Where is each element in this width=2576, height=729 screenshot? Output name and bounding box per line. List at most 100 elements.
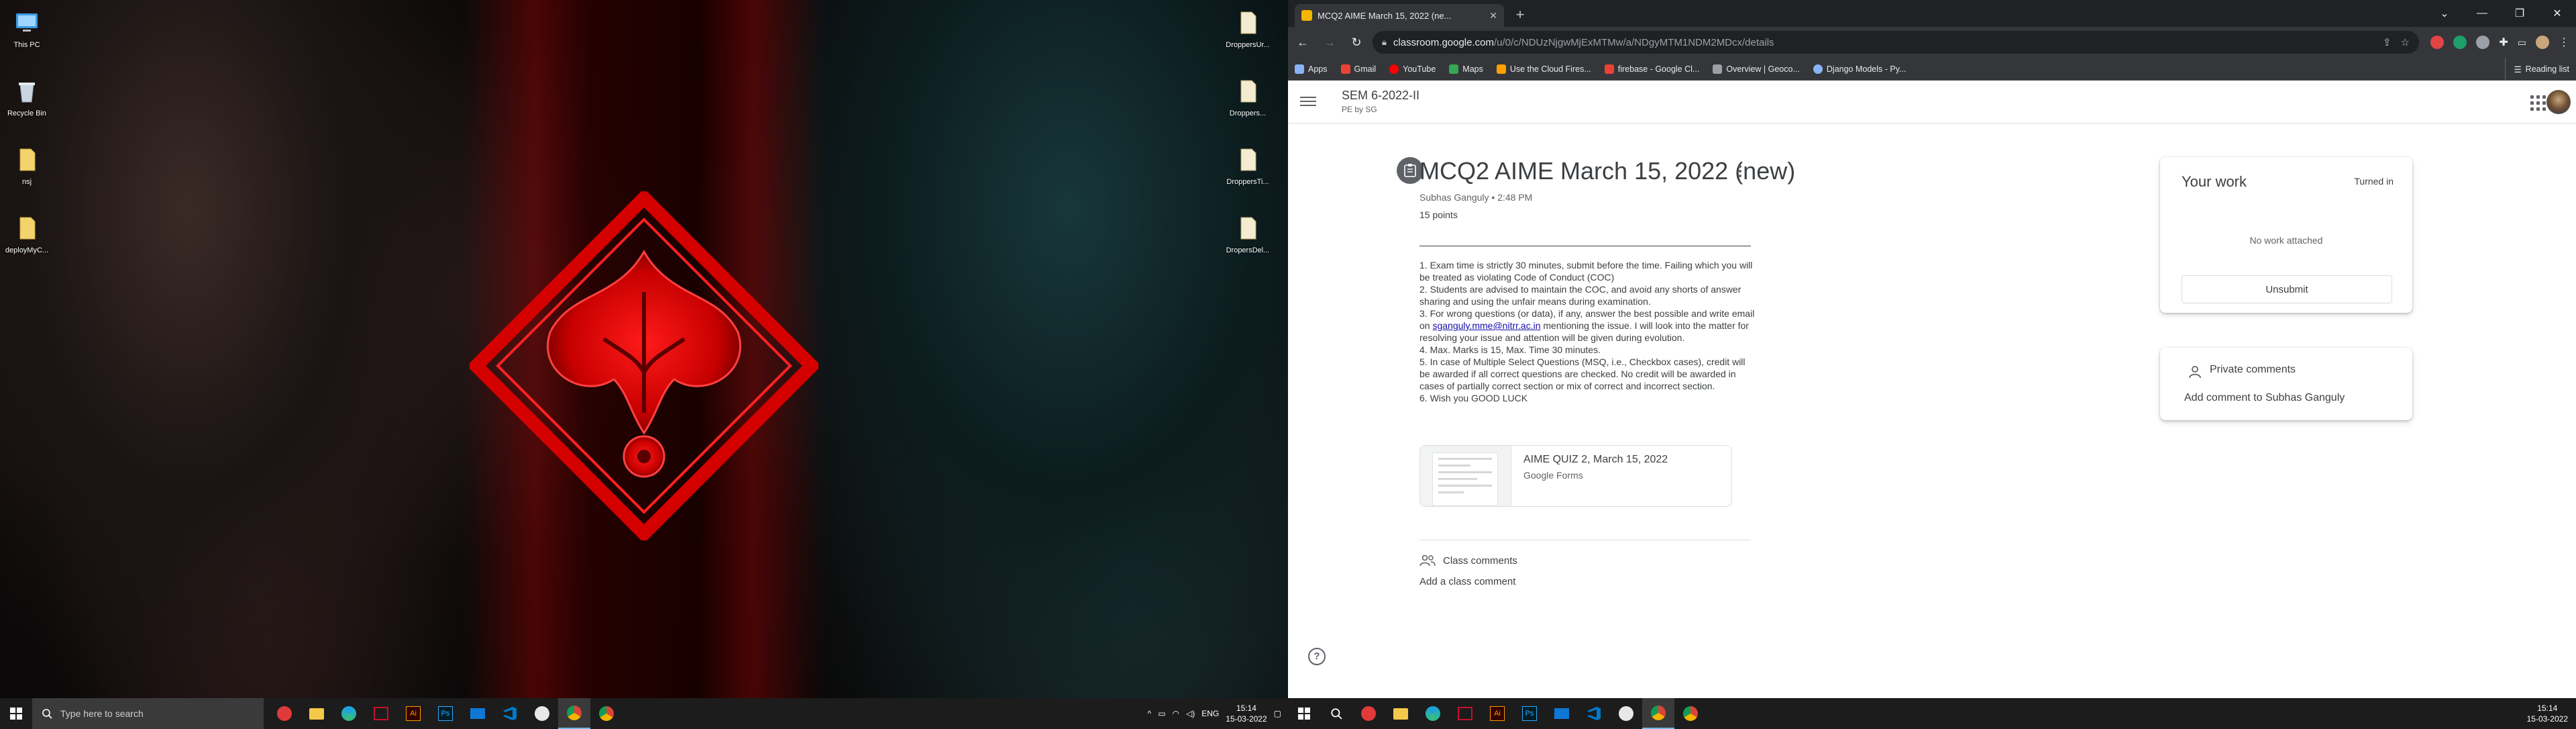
private-comments-card: Private comments Add comment to Subhas G… — [2160, 348, 2412, 420]
red-app-icon — [277, 706, 292, 721]
attachment-card[interactable]: AIME QUIZ 2, March 15, 2022 Google Forms — [1419, 445, 1732, 507]
photoshop-icon: Ps — [1522, 706, 1537, 721]
taskbar-app[interactable] — [590, 698, 623, 729]
add-class-comment-link[interactable]: Add a class comment — [1419, 576, 1515, 587]
search-icon — [1331, 708, 1342, 720]
taskbar-app[interactable] — [558, 698, 590, 729]
instruction-line: 1. Exam time is strictly 30 minutes, sub… — [1419, 260, 1753, 283]
file-explorer-icon — [1393, 708, 1408, 720]
wallpaper-rock-left — [0, 0, 470, 698]
steam-icon — [1619, 706, 1633, 721]
desktop-icon[interactable]: DroppersUr... — [1221, 9, 1275, 49]
unsubmit-button[interactable]: Unsubmit — [2182, 275, 2392, 303]
taskbar-app[interactable] — [268, 698, 301, 729]
volume-icon[interactable]: ◁) — [1186, 709, 1195, 718]
taskbar-app[interactable] — [526, 698, 558, 729]
desktop-icon[interactable]: This PC — [0, 9, 54, 49]
taskbar-app[interactable] — [1385, 698, 1417, 729]
taskbar-app[interactable] — [462, 698, 494, 729]
mail-icon — [470, 708, 485, 719]
desktop-icon-label: nsj — [21, 178, 32, 186]
battery-icon[interactable]: ▭ — [1158, 709, 1165, 718]
system-tray: ^ ▭ ◠ ◁) ENG 15:14 15-03-2022 ▢ — [1148, 698, 1281, 729]
red-app-icon — [1361, 706, 1376, 721]
desktop-icon-label: DroppersUr... — [1226, 41, 1270, 49]
assignment-instructions: 1. Exam time is strictly 30 minutes, sub… — [1419, 259, 1755, 404]
taskbar-search[interactable]: Type here to search — [32, 698, 264, 729]
monitor-icon — [16, 13, 38, 32]
desktop-icon[interactable]: DropersDel... — [1221, 215, 1275, 254]
desktop-icon[interactable]: Recycle Bin — [0, 78, 54, 117]
windows-icon — [1298, 708, 1310, 720]
desktop-icon-label: This PC — [13, 41, 40, 49]
clock[interactable]: 15:14 15-03-2022 — [1226, 703, 1267, 724]
add-private-comment-link[interactable]: Add comment to Subhas Ganguly — [2184, 392, 2345, 404]
assignment-meta: Subhas Ganguly • 2:48 PM — [1419, 192, 1533, 203]
desktop-icon[interactable]: nsj — [0, 146, 54, 186]
desktop-icon[interactable]: Droppers... — [1221, 78, 1275, 117]
your-work-card: Your work Turned in No work attached Uns… — [2160, 157, 2412, 313]
your-work-title: Your work — [2182, 173, 2247, 190]
start-button[interactable] — [0, 698, 32, 729]
mail-icon — [1554, 708, 1569, 719]
turned-in-status: Turned in — [2354, 176, 2394, 187]
taskbar-app[interactable] — [494, 698, 526, 729]
desktop-icon[interactable]: deployMyC... — [0, 215, 54, 254]
search-placeholder: Type here to search — [60, 708, 144, 719]
notification-icon[interactable]: ▢ — [1274, 709, 1281, 718]
dual-monitor-screen: This PC Recycle Bin nsj deployMyC... Dro… — [0, 0, 2576, 729]
start-button[interactable] — [1288, 698, 1320, 729]
desktop-icon-label: DropersDel... — [1226, 246, 1270, 254]
email-link[interactable]: sganguly.mme@nitrr.ac.in — [1432, 320, 1540, 331]
person-icon — [2189, 366, 2201, 379]
file-icon — [19, 217, 36, 240]
chrome-canary-icon — [599, 706, 614, 721]
taskbar-left: Type here to search Ai Ps ^ ▭ ◠ ◁) ENG 1… — [0, 698, 1288, 729]
vscode-icon — [1587, 707, 1601, 720]
clock-time: 15:14 — [1236, 703, 1256, 713]
taskbar-app[interactable]: Ps — [429, 698, 462, 729]
chrome-icon — [567, 706, 582, 720]
taskbar-app[interactable]: Ai — [1481, 698, 1513, 729]
attachment-thumbnail — [1420, 446, 1511, 506]
taskbar-app[interactable]: Ai — [397, 698, 429, 729]
taskbar-app[interactable] — [1546, 698, 1578, 729]
clock[interactable]: 15:14 15-03-2022 — [2527, 703, 2568, 724]
taskbar-right: Ai Ps 15:14 15-03-2022 — [1288, 698, 2576, 729]
steam-icon — [535, 706, 549, 721]
instruction-line: 2. Students are advised to maintain the … — [1419, 284, 1741, 307]
taskbar-app[interactable] — [333, 698, 365, 729]
windows-icon — [10, 708, 22, 720]
clock-date: 15-03-2022 — [2526, 714, 2568, 724]
taskbar-app[interactable] — [1674, 698, 1707, 729]
desktop-icon[interactable]: DroppersTi... — [1221, 146, 1275, 186]
chevron-up-icon[interactable]: ^ — [1148, 709, 1152, 718]
taskbar-app[interactable] — [1642, 698, 1674, 729]
assignment-points: 15 points — [1419, 209, 1458, 220]
taskbar-app[interactable] — [1610, 698, 1642, 729]
help-icon[interactable]: ? — [1308, 648, 1326, 665]
taskbar-app[interactable] — [365, 698, 397, 729]
private-comments-title: Private comments — [2210, 364, 2296, 375]
taskbar-app[interactable] — [1417, 698, 1449, 729]
photoshop-icon: Ps — [438, 706, 453, 721]
taskbar-app[interactable] — [1578, 698, 1610, 729]
illustrator-icon: Ai — [1490, 706, 1505, 721]
wifi-icon[interactable]: ◠ — [1173, 709, 1179, 718]
people-icon — [1419, 554, 1436, 567]
no-work-text: No work attached — [2249, 235, 2323, 246]
desktop-icon-label: DroppersTi... — [1226, 178, 1269, 186]
file-explorer-icon — [309, 708, 324, 720]
more-options-icon[interactable] — [1732, 163, 1748, 179]
search-button[interactable] — [1320, 698, 1352, 729]
instruction-line: 5. In case of Multiple Select Questions … — [1419, 356, 1746, 391]
desktop-icon-label: Recycle Bin — [7, 109, 47, 117]
recycle-bin-icon — [19, 83, 35, 103]
taskbar-apps: Ai Ps — [268, 698, 623, 729]
taskbar-app[interactable] — [1449, 698, 1481, 729]
language-indicator[interactable]: ENG — [1201, 709, 1219, 718]
taskbar-app[interactable] — [301, 698, 333, 729]
attachment-name: AIME QUIZ 2, March 15, 2022 — [1523, 454, 1668, 465]
taskbar-app[interactable] — [1352, 698, 1385, 729]
taskbar-app[interactable]: Ps — [1513, 698, 1546, 729]
